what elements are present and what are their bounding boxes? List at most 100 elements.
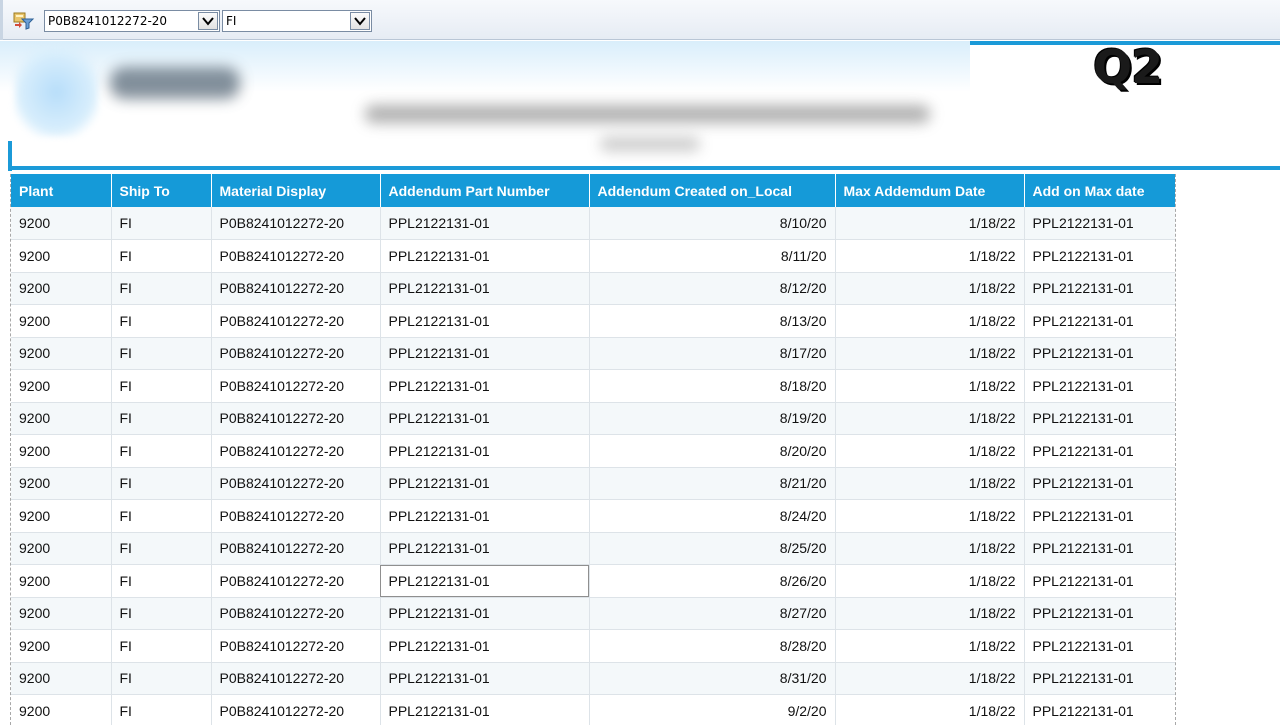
table-cell-addendum-created-on-local[interactable]: 9/2/20 [589,694,836,725]
ship-to-filter-dropdown[interactable]: FI [222,10,372,32]
table-cell-plant[interactable]: 9200 [11,369,112,403]
column-header-addendum-created-on-local[interactable]: Addendum Created on_Local [589,174,836,207]
ship-to-filter-dropdown-button[interactable] [350,12,370,30]
table-cell-plant[interactable]: 9200 [11,207,112,240]
table-cell-max-addemdum-date[interactable]: 1/18/22 [835,402,1025,435]
table-cell-plant[interactable]: 9200 [11,629,112,663]
table-cell-ship-to[interactable]: FI [111,239,212,273]
table-cell-addendum-created-on-local[interactable]: 8/27/20 [589,597,836,630]
table-cell-ship-to[interactable]: FI [111,694,212,725]
table-cell-ship-to[interactable]: FI [111,337,212,370]
table-row[interactable]: 9200 FI P0B8241012272-20 PPL2122131-01 8/17/… [11,337,1175,370]
table-cell-plant[interactable]: 9200 [11,402,112,435]
table-cell-add-on-max-date[interactable]: PPL2122131-01 [1024,662,1175,695]
table-cell-add-on-max-date[interactable]: PPL2122131-01 [1024,564,1175,598]
table-cell-ship-to[interactable]: FI [111,629,212,663]
table-cell-ship-to[interactable]: FI [111,662,212,695]
table-cell-add-on-max-date[interactable]: PPL2122131-01 [1024,499,1175,533]
table-cell-add-on-max-date[interactable]: PPL2122131-01 [1024,597,1175,630]
table-row[interactable]: 9200 FI P0B8241012272-20 PPL2122131-01 8/13/… [11,304,1175,338]
table-cell-material-display[interactable]: P0B8241012272-20 [211,369,381,403]
table-cell-add-on-max-date[interactable]: PPL2122131-01 [1024,337,1175,370]
table-cell-plant[interactable]: 9200 [11,467,112,500]
table-cell-plant[interactable]: 9200 [11,304,112,338]
table-cell-ship-to[interactable]: FI [111,532,212,565]
table-row[interactable]: 9200 FI P0B8241012272-20 PPL2122131-01 8/12/… [11,272,1175,305]
table-cell-addendum-created-on-local[interactable]: 8/28/20 [589,629,836,663]
table-cell-addendum-part-number[interactable]: PPL2122131-01 [380,467,590,500]
table-row[interactable]: 9200 FI P0B8241012272-20 PPL2122131-01 8/26/… [11,564,1175,598]
table-cell-addendum-part-number[interactable]: PPL2122131-01 [380,272,590,305]
table-cell-plant[interactable]: 9200 [11,597,112,630]
table-row[interactable]: 9200 FI P0B8241012272-20 PPL2122131-01 8/19/… [11,402,1175,435]
column-header-material-display[interactable]: Material Display [211,174,381,207]
table-cell-addendum-part-number[interactable]: PPL2122131-01 [380,532,590,565]
column-header-add-on-max-date[interactable]: Add on Max date [1024,174,1175,207]
table-cell-plant[interactable]: 9200 [11,532,112,565]
table-cell-addendum-created-on-local[interactable]: 8/17/20 [589,337,836,370]
table-cell-material-display[interactable]: P0B8241012272-20 [211,532,381,565]
table-cell-ship-to[interactable]: FI [111,434,212,468]
table-cell-addendum-part-number[interactable]: PPL2122131-01 [380,369,590,403]
table-cell-plant[interactable]: 9200 [11,694,112,725]
material-filter-dropdown[interactable]: P0B8241012272-20 [44,10,220,32]
table-cell-add-on-max-date[interactable]: PPL2122131-01 [1024,272,1175,305]
table-row[interactable]: 9200 FI P0B8241012272-20 PPL2122131-01 8/18/… [11,369,1175,403]
table-row[interactable]: 9200 FI P0B8241012272-20 PPL2122131-01 8/21/… [11,467,1175,500]
table-cell-ship-to[interactable]: FI [111,272,212,305]
table-cell-addendum-created-on-local[interactable]: 8/12/20 [589,272,836,305]
table-cell-addendum-created-on-local[interactable]: 8/20/20 [589,434,836,468]
table-cell-max-addemdum-date[interactable]: 1/18/22 [835,337,1025,370]
table-row[interactable]: 9200 FI P0B8241012272-20 PPL2122131-01 8/10/… [11,207,1175,240]
table-cell-material-display[interactable]: P0B8241012272-20 [211,629,381,663]
table-cell-add-on-max-date[interactable]: PPL2122131-01 [1024,402,1175,435]
table-cell-add-on-max-date[interactable]: PPL2122131-01 [1024,239,1175,273]
table-cell-addendum-part-number[interactable]: PPL2122131-01 [380,662,590,695]
table-cell-material-display[interactable]: P0B8241012272-20 [211,304,381,338]
data-table-container[interactable]: Plant Ship To Material Display Addendum Par… [10,174,1176,725]
table-cell-material-display[interactable]: P0B8241012272-20 [211,694,381,725]
table-cell-max-addemdum-date[interactable]: 1/18/22 [835,662,1025,695]
column-header-addendum-part-number[interactable]: Addendum Part Number [380,174,590,207]
table-cell-addendum-part-number[interactable]: PPL2122131-01 [380,499,590,533]
table-cell-ship-to[interactable]: FI [111,369,212,403]
table-cell-max-addemdum-date[interactable]: 1/18/22 [835,467,1025,500]
table-cell-material-display[interactable]: P0B8241012272-20 [211,434,381,468]
material-filter-dropdown-button[interactable] [198,12,218,30]
table-cell-max-addemdum-date[interactable]: 1/18/22 [835,434,1025,468]
table-cell-plant[interactable]: 9200 [11,662,112,695]
column-header-plant[interactable]: Plant [11,174,112,207]
table-cell-max-addemdum-date[interactable]: 1/18/22 [835,369,1025,403]
table-cell-material-display[interactable]: P0B8241012272-20 [211,272,381,305]
table-cell-add-on-max-date[interactable]: PPL2122131-01 [1024,304,1175,338]
table-cell-addendum-part-number[interactable]: PPL2122131-01 [380,694,590,725]
table-cell-max-addemdum-date[interactable]: 1/18/22 [835,499,1025,533]
table-cell-ship-to[interactable]: FI [111,402,212,435]
table-cell-max-addemdum-date[interactable]: 1/18/22 [835,532,1025,565]
table-row[interactable]: 9200 FI P0B8241012272-20 PPL2122131-01 8/28/… [11,629,1175,663]
column-header-max-addemdum-date[interactable]: Max Addemdum Date [835,174,1025,207]
table-cell-ship-to[interactable]: FI [111,207,212,240]
table-cell-addendum-created-on-local[interactable]: 8/21/20 [589,467,836,500]
table-cell-ship-to[interactable]: FI [111,564,212,598]
table-row[interactable]: 9200 FI P0B8241012272-20 PPL2122131-01 8/31/… [11,662,1175,695]
table-cell-addendum-part-number[interactable]: PPL2122131-01 [380,402,590,435]
table-cell-addendum-created-on-local[interactable]: 8/18/20 [589,369,836,403]
column-header-ship-to[interactable]: Ship To [111,174,212,207]
table-cell-addendum-part-number[interactable]: PPL2122131-01 [380,564,590,598]
table-row[interactable]: 9200 FI P0B8241012272-20 PPL2122131-01 8/11/… [11,239,1175,273]
table-row[interactable]: 9200 FI P0B8241012272-20 PPL2122131-01 8/27/… [11,597,1175,630]
table-cell-addendum-part-number[interactable]: PPL2122131-01 [380,629,590,663]
table-cell-plant[interactable]: 9200 [11,499,112,533]
filter-icon[interactable] [13,10,35,30]
table-cell-addendum-part-number[interactable]: PPL2122131-01 [380,434,590,468]
table-cell-add-on-max-date[interactable]: PPL2122131-01 [1024,694,1175,725]
table-cell-addendum-created-on-local[interactable]: 8/31/20 [589,662,836,695]
table-cell-max-addemdum-date[interactable]: 1/18/22 [835,597,1025,630]
table-cell-max-addemdum-date[interactable]: 1/18/22 [835,304,1025,338]
table-cell-plant[interactable]: 9200 [11,272,112,305]
table-cell-max-addemdum-date[interactable]: 1/18/22 [835,272,1025,305]
table-row[interactable]: 9200 FI P0B8241012272-20 PPL2122131-01 9/2/2… [11,694,1175,725]
table-cell-add-on-max-date[interactable]: PPL2122131-01 [1024,532,1175,565]
table-cell-addendum-created-on-local[interactable]: 8/10/20 [589,207,836,240]
